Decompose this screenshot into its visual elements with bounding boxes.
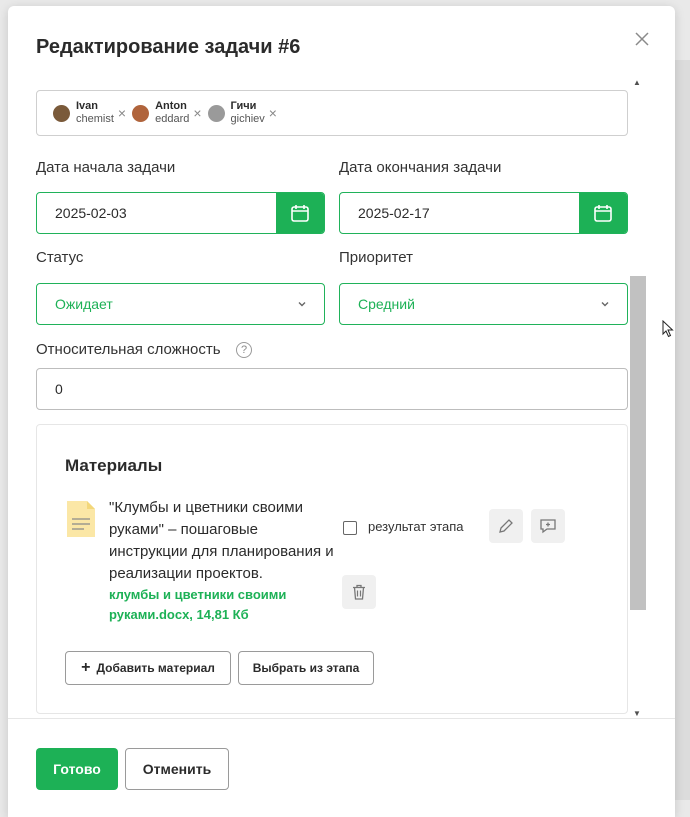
calendar-icon[interactable]: [579, 193, 627, 233]
assignees-field[interactable]: Ivan chemist × Anton eddard × Гичи gichi…: [36, 90, 628, 136]
scroll-up-icon[interactable]: ▲: [633, 78, 641, 87]
complexity-label: Относительная сложность: [36, 341, 221, 358]
start-date-field[interactable]: 2025-02-03: [36, 192, 325, 234]
calendar-icon[interactable]: [276, 193, 324, 233]
material-file-link[interactable]: клумбы и цветники своими руками.docx, 14…: [109, 585, 339, 625]
assignee-login: eddard: [155, 113, 190, 125]
assignee-login: chemist: [76, 113, 114, 125]
scrollbar[interactable]: ▲ ▼: [630, 78, 646, 718]
scroll-down-icon[interactable]: ▼: [633, 709, 641, 718]
assignee-chip: Гичи gichiev ×: [207, 100, 277, 126]
status-value: Ожидает: [55, 296, 113, 312]
start-date-label: Дата начала задачи: [36, 159, 176, 176]
stage-result-label: результат этапа: [368, 519, 464, 534]
assignee-name: Гичи: [230, 100, 257, 112]
cancel-button[interactable]: Отменить: [125, 748, 229, 790]
end-date-field[interactable]: 2025-02-17: [339, 192, 628, 234]
chevron-down-icon: [298, 302, 306, 307]
mouse-cursor-icon: [662, 320, 674, 338]
edit-material-button[interactable]: [489, 509, 523, 543]
end-date-value: 2025-02-17: [358, 205, 430, 221]
complexity-input[interactable]: 0: [36, 368, 628, 410]
avatar: [132, 104, 150, 122]
choose-from-stage-button[interactable]: Выбрать из этапа: [238, 651, 374, 685]
delete-material-button[interactable]: [342, 575, 376, 609]
assignee-chip: Ivan chemist ×: [53, 100, 126, 126]
dialog-footer: Готово Отменить: [8, 718, 675, 817]
comment-material-button[interactable]: [531, 509, 565, 543]
status-select[interactable]: Ожидает: [36, 283, 325, 325]
materials-title: Материалы: [65, 456, 163, 475]
dialog-title: Редактирование задачи #6: [36, 36, 301, 58]
complexity-value: 0: [55, 381, 63, 397]
remove-assignee-icon[interactable]: ×: [193, 106, 201, 120]
assignee-name: Anton: [155, 100, 187, 112]
material-description: "Клумбы и цветники своими руками" – поша…: [109, 499, 334, 582]
chevron-down-icon: [601, 302, 609, 307]
add-material-button[interactable]: + Добавить материал: [65, 651, 231, 685]
done-button[interactable]: Готово: [36, 748, 118, 790]
close-icon[interactable]: [633, 30, 651, 48]
priority-label: Приоритет: [339, 249, 413, 266]
materials-section: Материалы "Клумбы и цветники своими рука…: [36, 424, 628, 714]
scrollbar-thumb[interactable]: [630, 276, 646, 610]
avatar: [207, 104, 225, 122]
document-icon: [67, 501, 95, 537]
priority-value: Средний: [358, 296, 415, 312]
edit-task-dialog: Редактирование задачи #6 Ivan chemist × …: [8, 6, 675, 817]
trash-icon: [353, 584, 365, 600]
pencil-icon: [499, 519, 513, 533]
avatar: [53, 104, 70, 122]
end-date-label: Дата окончания задачи: [339, 159, 502, 176]
stage-result-checkbox[interactable]: [343, 521, 357, 535]
plus-icon: +: [81, 659, 91, 676]
assignee-login: gichiev: [230, 113, 265, 125]
start-date-value: 2025-02-03: [55, 205, 127, 221]
assignee-chip: Anton eddard ×: [132, 100, 202, 126]
priority-select[interactable]: Средний: [339, 283, 628, 325]
remove-assignee-icon[interactable]: ×: [269, 106, 277, 120]
help-icon[interactable]: ?: [236, 342, 252, 358]
status-label: Статус: [36, 249, 84, 266]
add-material-label: Добавить материал: [96, 661, 215, 675]
comment-icon: [540, 519, 556, 534]
assignee-name: Ivan: [76, 100, 99, 112]
dialog-content: Ivan chemist × Anton eddard × Гичи gichi…: [8, 72, 646, 714]
remove-assignee-icon[interactable]: ×: [118, 106, 126, 120]
